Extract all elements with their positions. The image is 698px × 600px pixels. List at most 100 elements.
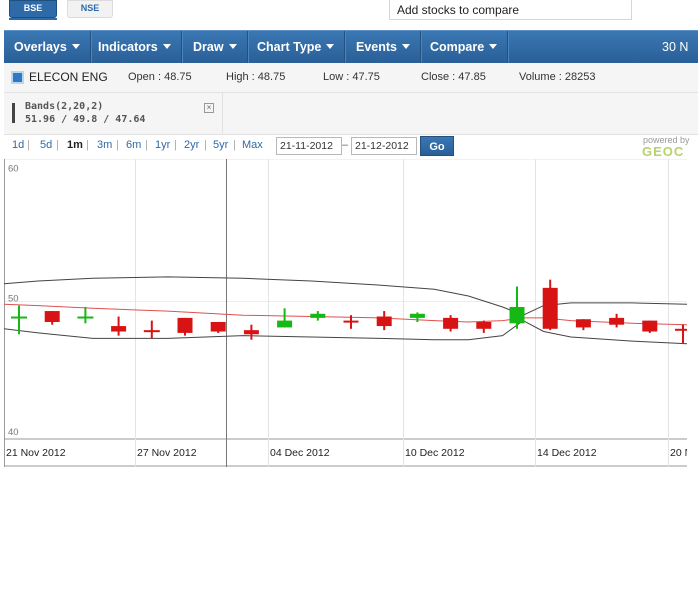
x-tick-label: 14 Dec 2012 [537,447,597,459]
candle [111,316,127,336]
menu-overlays[interactable]: Overlays [4,31,91,63]
active-tab-indicator [9,18,57,20]
high-value: High : 48.75 [226,71,286,83]
menu-label: Indicators [98,40,158,54]
range-divider: | [86,139,89,151]
from-date-input[interactable] [276,137,342,155]
menu-compare[interactable]: Compare [420,31,509,63]
candle-body [77,316,94,319]
range-5d[interactable]: 5d [40,139,52,151]
to-date-input[interactable] [351,137,417,155]
x-tick-label: 04 Dec 2012 [270,447,330,459]
menu-label: Chart Type [257,40,322,54]
menu-label: Draw [193,40,224,54]
series-color-swatch[interactable] [11,71,24,84]
candle-body [642,320,658,332]
candle [376,311,392,331]
menu-date: 30 N [662,40,689,54]
candle-body [376,316,392,327]
chevron-down-icon [162,44,171,49]
y-tick-label: 50 [8,294,19,305]
indicator-color-bar [12,103,15,123]
volume-value: Volume : 28253 [519,71,596,83]
range-divider: | [56,139,59,151]
bollinger-bands [3,276,688,345]
range-5yr[interactable]: 5yr [213,139,228,151]
go-button[interactable]: Go [420,136,454,156]
menu-label: Overlays [14,40,67,54]
range-1d[interactable]: 1d [12,139,24,151]
range-6m[interactable]: 6m [126,139,141,151]
menu-draw[interactable]: Draw [183,31,248,63]
x-tick-label: 10 Dec 2012 [405,447,465,459]
candle-body [575,319,591,328]
candle [575,319,591,331]
axes: 60 50 40 21 Nov 2012 27 Nov 2012 04 Dec 2012 1… [6,163,692,459]
candle [509,286,525,329]
range-1yr[interactable]: 1yr [155,139,170,151]
candle [476,320,492,333]
candle-body [243,330,259,335]
menu-label: Events [356,40,397,54]
date-range-dash: – [342,139,349,151]
menu-events[interactable]: Events [346,31,421,63]
candle-body [143,330,160,333]
chevron-down-icon [402,44,410,49]
candle-body [476,321,492,329]
range-2yr[interactable]: 2yr [184,139,199,151]
candle-body [177,317,193,333]
indicator-panel: Bands(2,20,2) 51.96 / 49.8 / 47.64 × [4,93,223,135]
candle-body [11,316,27,319]
range-divider: | [27,139,30,151]
range-3m[interactable]: 3m [97,139,112,151]
candle-body [277,320,293,328]
candle [443,315,459,332]
candle-body [542,287,558,329]
candlestick-chart[interactable]: 60 50 40 21 Nov 2012 27 Nov 2012 04 Dec 2012 1… [3,158,692,467]
geojit-logo: GEOC [642,144,685,159]
upper-band-line [3,276,688,316]
x-tick-label: 27 Nov 2012 [137,447,197,459]
chevron-down-icon [71,44,80,49]
chevron-down-icon [489,44,498,49]
menu-indicators[interactable]: Indicators [88,31,182,63]
close-icon[interactable]: × [204,103,214,113]
powered-by-logo: powered by GEOC [640,135,698,159]
stock-name: ELECON ENG [29,70,108,84]
candle-body [111,326,127,332]
candle [210,321,226,333]
y-tick-label: 60 [8,163,19,174]
candle-body [210,321,226,332]
range-max[interactable]: Max [242,139,263,151]
range-row: 1d | 5d | 1m | 3m | 6m | 1yr | 2yr | 5yr… [4,135,698,159]
candle [243,324,259,340]
range-divider: | [145,139,148,151]
candle-body [409,313,425,318]
indicator-row: Bands(2,20,2) 51.96 / 49.8 / 47.64 × [4,93,698,135]
indicator-values: 51.96 / 49.8 / 47.64 [25,114,146,125]
candle [675,324,691,344]
indicator-name: Bands(2,20,2) [25,101,104,112]
candle [642,320,658,333]
candle-body [44,311,60,322]
menu-chart-type[interactable]: Chart Type [247,31,346,63]
range-1m[interactable]: 1m [67,139,83,151]
exchange-tab-bse[interactable]: BSE [9,0,57,18]
chevron-down-icon [326,44,335,49]
open-value: Open : 48.75 [128,71,192,83]
exchange-tab-nse[interactable]: NSE [67,0,113,18]
low-value: Low : 47.75 [323,71,380,83]
candle-body [609,317,625,325]
x-tick-label: 20 N [670,447,687,459]
candle [77,306,94,324]
chart-menu-bar: Overlays Indicators Draw Chart Type Even… [4,30,698,63]
chevron-down-icon [228,44,237,49]
candle [310,311,326,321]
candle-body [343,320,359,323]
range-divider: | [174,139,177,151]
menu-label: Compare [430,40,485,54]
candle [542,279,558,331]
price-chart[interactable]: 60 50 40 21 Nov 2012 27 Nov 2012 04 Dec 2012 1… [3,158,692,467]
close-value: Close : 47.85 [421,71,486,83]
compare-stocks-input[interactable] [389,0,632,20]
